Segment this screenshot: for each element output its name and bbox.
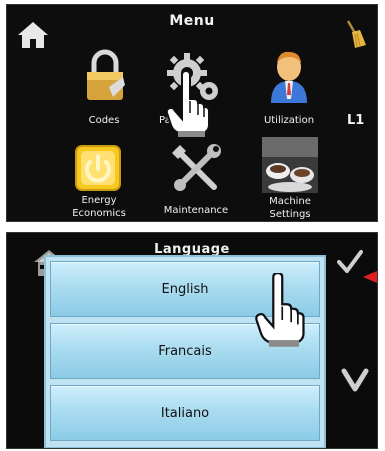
red-pointer-arrow [363,271,377,283]
pointing-hand-icon [165,71,210,137]
utilization-tile[interactable]: Utilization [257,47,321,127]
language-option-italiano[interactable]: Italiano [50,385,320,441]
chevron-down-icon[interactable] [341,365,369,397]
utilization-label: Utilization [263,115,315,126]
broom-icon[interactable] [343,19,367,49]
pointing-hand-icon [255,273,305,347]
level-indicator: L1 [347,113,365,128]
home-icon[interactable] [17,21,49,49]
energy-economics-label-line2: Economics [72,208,126,219]
machine-settings-label-line1: Machine [269,196,311,207]
confirm-check-icon[interactable] [337,249,363,275]
maintenance-label: Maintenance [163,205,229,216]
coffee-cups-icon [262,137,318,193]
menu-title: Menu [169,13,215,29]
codes-tile[interactable]: Codes [77,47,131,127]
energy-economics-tile[interactable]: Energy Economics [67,143,131,221]
power-icon [75,145,121,191]
codes-label: Codes [88,115,120,126]
energy-economics-label-line1: Energy [81,195,117,206]
tools-icon [172,144,221,191]
user-icon [271,51,307,103]
machine-settings-label-line2: Settings [269,209,311,220]
padlock-icon [87,49,125,100]
machine-settings-tile[interactable]: Machine Settings [257,137,323,221]
maintenance-tile[interactable]: Maintenance [152,143,240,221]
menu-screen: Menu Codes Pa Utilization L1 Energy Econ… [6,4,378,222]
language-screen: Language English Francais Italiano [6,232,378,449]
